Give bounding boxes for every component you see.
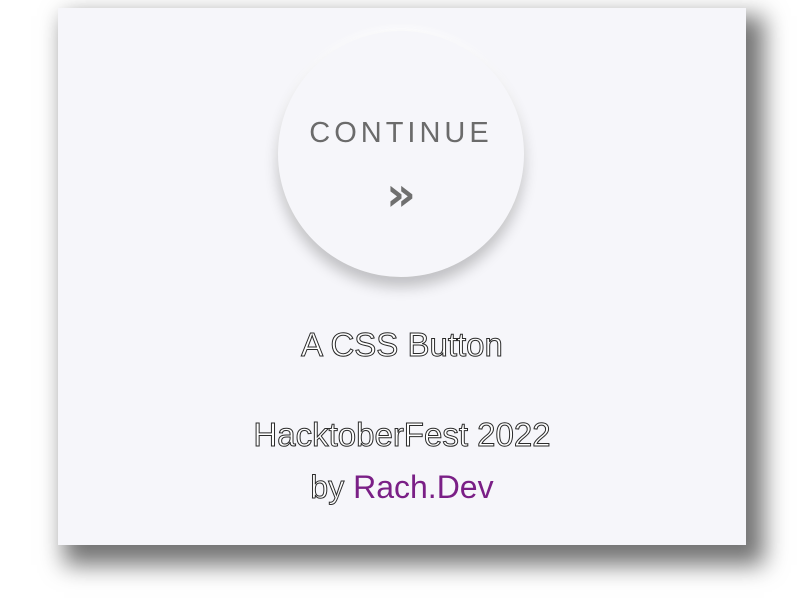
card: CONTINUE » A CSS Button HacktoberFest 20… <box>58 8 746 545</box>
event-name: HacktoberFest 2022 <box>253 416 551 454</box>
continue-button-label: CONTINUE <box>309 117 493 149</box>
byline: by Rach.Dev <box>58 469 746 506</box>
page-title: A CSS Button <box>301 326 504 364</box>
author-link[interactable]: Rach.Dev <box>353 469 494 505</box>
continue-button[interactable]: CONTINUE » <box>278 31 524 277</box>
double-chevron-right-icon: » <box>386 167 416 221</box>
by-label: by <box>310 469 354 506</box>
